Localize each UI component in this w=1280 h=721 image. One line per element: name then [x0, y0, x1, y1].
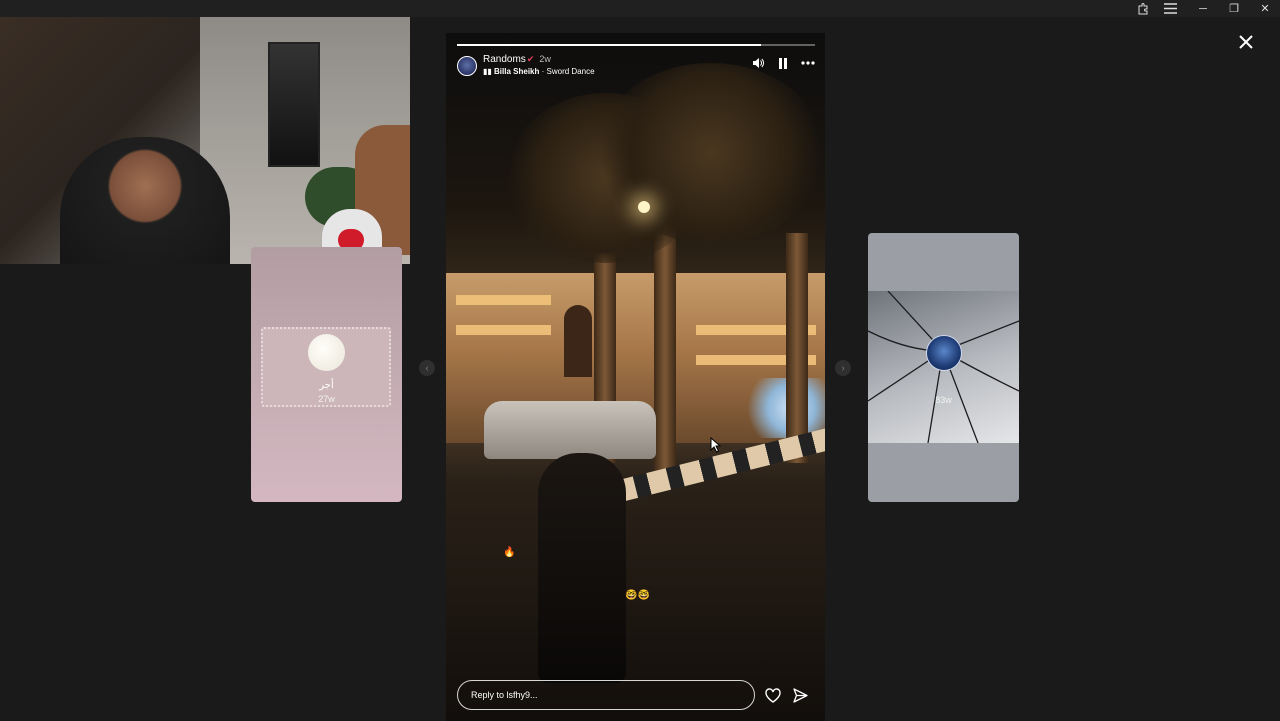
reply-field[interactable] — [457, 680, 755, 710]
story-emoji: 🤓🤓 — [625, 590, 650, 601]
verified-icon: ✔ — [526, 54, 535, 64]
music-separator: · — [539, 67, 547, 76]
music-artist: Billa Sheikh — [494, 67, 540, 76]
close-window-button[interactable]: ✕ — [1250, 0, 1280, 17]
story-time: 27w — [318, 394, 335, 404]
close-icon[interactable] — [1236, 32, 1256, 52]
more-icon[interactable] — [801, 56, 815, 70]
story-avatar[interactable] — [457, 56, 477, 76]
share-icon[interactable] — [792, 687, 808, 703]
music-song: Sword Dance — [546, 67, 595, 76]
extension-icon[interactable] — [1128, 0, 1158, 17]
person-figure — [538, 453, 626, 683]
mouse-cursor-icon — [710, 436, 722, 453]
music-info[interactable]: ▮▮ Billa Sheikh · Sword Dance — [483, 67, 595, 76]
restore-button[interactable]: ❐ — [1219, 0, 1249, 17]
story-username: أجر — [319, 380, 334, 391]
pause-icon[interactable] — [776, 56, 790, 70]
parked-truck — [484, 401, 656, 459]
story-time: 83w — [935, 395, 952, 405]
story-header: Randoms✔ 2w ▮▮ Billa Sheikh · Sword Dance — [457, 54, 815, 80]
volume-icon[interactable] — [751, 56, 765, 70]
story-avatar — [926, 335, 962, 371]
story-username[interactable]: Randoms — [483, 54, 526, 65]
music-bars-icon: ▮▮ — [483, 67, 495, 76]
previous-story-preview[interactable]: أجر 27w — [251, 247, 402, 502]
current-story[interactable]: 🔥 🤓🤓 Randoms✔ 2w ▮▮ Billa Sheikh · Sword … — [446, 33, 825, 721]
story-avatar — [308, 334, 345, 371]
minimize-button[interactable]: ─ — [1188, 0, 1218, 17]
story-photo: 🔥 🤓🤓 — [446, 33, 825, 721]
chevron-right-icon[interactable]: › — [835, 360, 851, 376]
wall-poster — [268, 42, 320, 167]
reply-input[interactable] — [471, 690, 754, 700]
chevron-left-icon[interactable]: ‹ — [419, 360, 435, 376]
like-icon[interactable] — [765, 687, 781, 703]
story-progress-bar — [457, 44, 815, 46]
menu-icon[interactable] — [1155, 0, 1185, 17]
window-titlebar: ─ ❐ ✕ — [0, 0, 1280, 17]
webcam-overlay — [0, 17, 410, 264]
story-age: 2w — [539, 54, 551, 64]
next-story-preview[interactable]: 83w — [868, 233, 1019, 502]
story-viewer: أجر 27w ‹ 🔥 🤓🤓 Randoms✔ 2w ▮▮ Billa Shei… — [0, 17, 1280, 721]
